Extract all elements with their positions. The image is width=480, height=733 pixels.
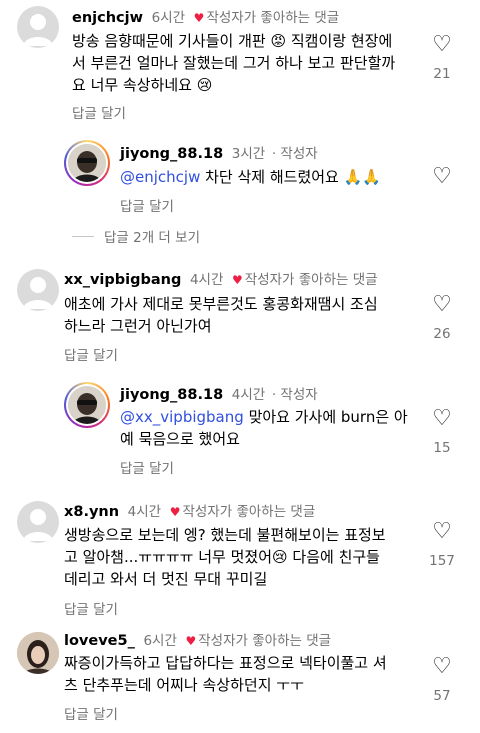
reply-button[interactable]: 답글 달기 xyxy=(64,598,118,618)
like-column: ♡ 15 xyxy=(422,408,462,457)
reply-button[interactable]: 답글 달기 xyxy=(120,195,174,215)
default-avatar-icon xyxy=(23,277,53,309)
reply-button[interactable]: 답글 달기 xyxy=(72,102,126,122)
author-badge: · 작성자 xyxy=(271,387,318,403)
like-column: ♡ 157 xyxy=(422,521,462,570)
comment-text: 짜증이가득하고 답답하다는 표정으로 넥타이풀고 셔 츠 단추푸는데 어찌나 속… xyxy=(64,652,387,696)
view-more-label: 답글 2개 더 보기 xyxy=(104,230,200,246)
comment-line: @xx_vipbigbang 맞아요 가사에 burn은 아 xyxy=(120,406,408,428)
reply-button[interactable]: 답글 달기 xyxy=(64,703,118,723)
timestamp: 6시간 xyxy=(143,633,177,649)
comment-line: 짜증이가득하고 답답하다는 표정으로 넥타이풀고 셔 xyxy=(64,654,387,672)
like-heart-icon[interactable]: ♡ xyxy=(422,521,462,543)
author-liked-heart-icon: ♥ xyxy=(232,273,243,287)
comment-line: 애초에 가사 제대로 못부른것도 홍콩화재땜시 조심 xyxy=(64,295,378,313)
timestamp: 4시간 xyxy=(127,504,162,520)
timestamp: 3시간 xyxy=(231,146,266,162)
comment-line: 츠 단추푸는데 어찌나 속상하던지 ㅜㅜ xyxy=(64,676,304,694)
reply-jiyong-2: jiyong_88.18 4시간 · 작성자 @xx_vipbigbang 맞아… xyxy=(0,380,480,480)
comment-xx-vipbigbang: xx_vipbigbang 4시간 ♥ 작성자가 좋아하는 댓글 애초에 가사 제… xyxy=(0,265,480,365)
avatar[interactable] xyxy=(17,269,59,311)
mention-link[interactable]: @enjchcjw xyxy=(120,168,200,186)
like-count: 15 xyxy=(433,440,451,456)
username[interactable]: enjchcjw xyxy=(72,10,143,26)
like-count: 57 xyxy=(433,688,451,704)
default-avatar-icon xyxy=(23,509,53,541)
author-photo-icon xyxy=(68,386,106,424)
author-photo-icon xyxy=(68,144,106,182)
comment-header: jiyong_88.18 3시간 · 작성자 xyxy=(120,144,318,164)
comment-x8-ynn: x8.ynn 4시간 ♥ 작성자가 좋아하는 댓글 생방송으로 보는데 엥? 했는… xyxy=(0,497,480,618)
like-heart-icon[interactable]: ♡ xyxy=(422,656,462,678)
comment-text: @xx_vipbigbang 맞아요 가사에 burn은 아 예 묵음으로 했어… xyxy=(120,406,408,450)
view-more-replies[interactable]: 답글 2개 더 보기 xyxy=(72,226,200,246)
comment-line: 방송 음향때문에 기사들이 개판 😡 직캠이랑 현장에 xyxy=(72,32,393,50)
comment-loveve5: loveve5_ 6시간 ♥ 작성자가 좋아하는 댓글 짜증이가득하고 답답하다는… xyxy=(0,628,480,733)
username[interactable]: xx_vipbigbang xyxy=(64,272,181,288)
avatar[interactable] xyxy=(17,501,59,543)
author-liked-label: 작성자가 좋아하는 댓글 xyxy=(198,633,332,649)
username[interactable]: jiyong_88.18 xyxy=(120,146,223,162)
author-avatar[interactable] xyxy=(64,382,110,428)
comment-line-part: 맞아요 가사에 burn은 아 xyxy=(248,408,408,426)
user-photo-icon xyxy=(17,632,59,674)
like-column: ♡ 26 xyxy=(422,294,462,343)
comment-line: 생방송으로 보는데 엥? 했는데 불편해보이는 표정보 xyxy=(64,526,386,544)
like-count: 157 xyxy=(429,553,455,569)
like-column: ♡ xyxy=(422,166,462,188)
like-heart-icon[interactable]: ♡ xyxy=(422,294,462,316)
author-liked-heart-icon: ♥ xyxy=(185,634,197,648)
comment-line: 요 너무 속상하네요 😢 xyxy=(72,76,213,94)
username[interactable]: loveve5_ xyxy=(64,633,135,649)
reply-jiyong-1: jiyong_88.18 3시간 · 작성자 @enjchcjw 차단 삭제 해… xyxy=(0,138,480,218)
avatar[interactable] xyxy=(17,6,59,48)
like-column: ♡ 57 xyxy=(422,656,462,705)
comment-line: 하느라 그런거 아닌가여 xyxy=(64,317,212,335)
comment-header: enjchcjw 6시간 ♥ 작성자가 좋아하는 댓글 xyxy=(72,8,339,28)
like-heart-icon[interactable]: ♡ xyxy=(422,166,462,188)
comment-text: 방송 음향때문에 기사들이 개판 😡 직캠이랑 현장에 서 부른건 얼마나 잘했… xyxy=(72,30,395,96)
like-count: 21 xyxy=(433,66,451,82)
divider-line xyxy=(72,235,94,237)
like-count: 26 xyxy=(433,326,451,342)
author-liked-label: 작성자가 좋아하는 댓글 xyxy=(244,272,378,288)
timestamp: 4시간 xyxy=(231,387,266,403)
like-heart-icon[interactable]: ♡ xyxy=(422,408,462,430)
comment-header: xx_vipbigbang 4시간 ♥ 작성자가 좋아하는 댓글 xyxy=(64,270,378,290)
avatar[interactable] xyxy=(17,632,59,674)
author-avatar[interactable] xyxy=(64,140,110,186)
like-column: ♡ 21 xyxy=(422,34,462,83)
comment-header: loveve5_ 6시간 ♥ 작성자가 좋아하는 댓글 xyxy=(64,631,331,651)
reply-button[interactable]: 답글 달기 xyxy=(64,344,118,364)
default-avatar-icon xyxy=(23,14,53,46)
username[interactable]: jiyong_88.18 xyxy=(120,387,223,403)
timestamp: 6시간 xyxy=(151,10,186,26)
comment-line: 예 묵음으로 했어요 xyxy=(120,430,240,448)
comment-line: 서 부른건 얼마나 잘했는데 그거 하나 보고 판단할까 xyxy=(72,54,396,72)
author-liked-heart-icon: ♥ xyxy=(193,11,205,25)
comment-line: 고 알아챔...ㅠㅠㅠㅠ 너무 멋졌어😢 다음에 친구들 xyxy=(64,548,380,566)
comment-text: 생방송으로 보는데 엥? 했는데 불편해보이는 표정보 고 알아챔...ㅠㅠㅠㅠ… xyxy=(64,524,386,590)
username[interactable]: x8.ynn xyxy=(64,504,119,520)
author-liked-label: 작성자가 좋아하는 댓글 xyxy=(182,504,316,520)
reply-button[interactable]: 답글 달기 xyxy=(120,457,174,477)
comment-enjchcjw: enjchcjw 6시간 ♥ 작성자가 좋아하는 댓글 방송 음향때문에 기사들이… xyxy=(0,0,480,125)
comment-header: jiyong_88.18 4시간 · 작성자 xyxy=(120,385,318,405)
timestamp: 4시간 xyxy=(189,272,224,288)
comment-line: 데리고 와서 더 멋진 무대 꾸미길 xyxy=(64,570,268,588)
comment-text: @enjchcjw 차단 삭제 해드렸어요 🙏🙏 xyxy=(120,166,381,188)
comment-line: 차단 삭제 해드렸어요 🙏🙏 xyxy=(205,168,381,186)
author-liked-label: 작성자가 좋아하는 댓글 xyxy=(206,10,340,26)
comment-header: x8.ynn 4시간 ♥ 작성자가 좋아하는 댓글 xyxy=(64,502,315,522)
mention-link[interactable]: @xx_vipbigbang xyxy=(120,408,244,426)
author-badge: · 작성자 xyxy=(271,146,318,162)
like-heart-icon[interactable]: ♡ xyxy=(422,34,462,56)
author-liked-heart-icon: ♥ xyxy=(169,505,181,519)
comment-text: 애초에 가사 제대로 못부른것도 홍콩화재땜시 조심 하느라 그런거 아닌가여 xyxy=(64,293,378,337)
